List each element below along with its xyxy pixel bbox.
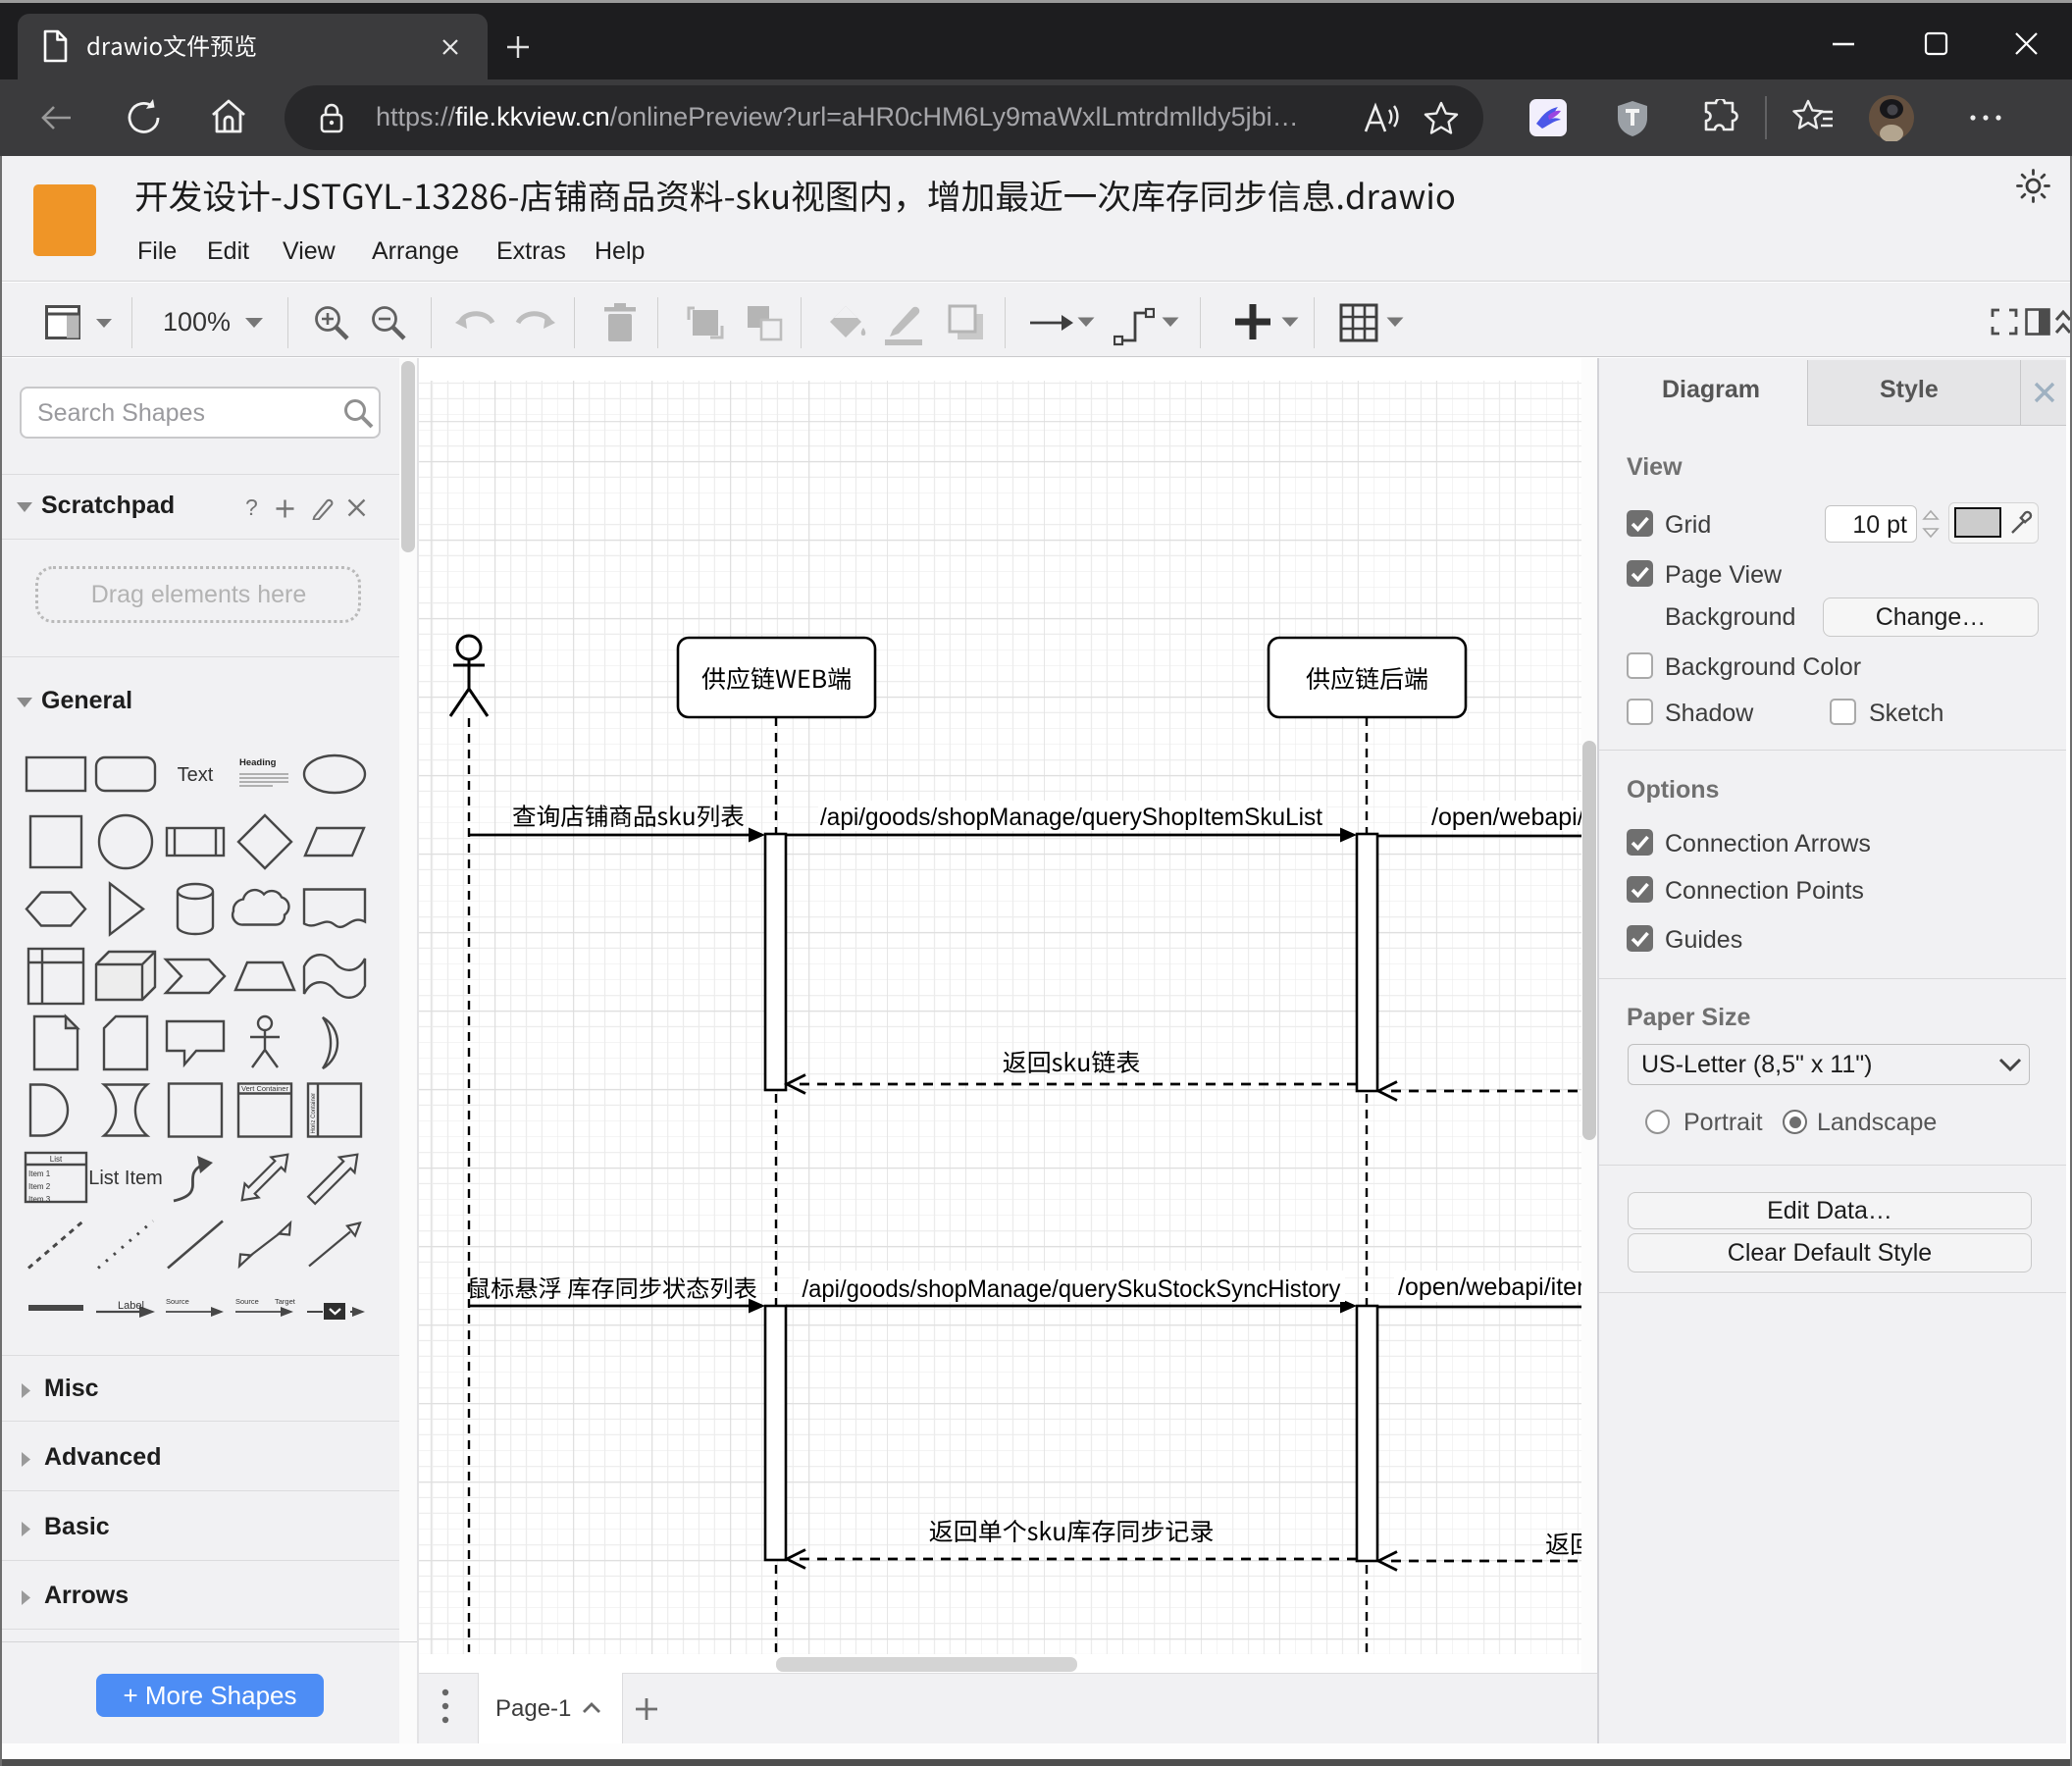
- svg-text:Source: Source: [166, 1297, 189, 1306]
- svg-text:Item 3: Item 3: [28, 1195, 51, 1204]
- svg-text:Item 2: Item 2: [28, 1182, 51, 1191]
- svg-text:Label: Label: [118, 1300, 144, 1312]
- svg-text:List: List: [50, 1155, 63, 1164]
- svg-text:Target: Target: [275, 1297, 296, 1306]
- svg-text:Item 1: Item 1: [28, 1169, 51, 1178]
- svg-text:Horiz Container: Horiz Container: [311, 1093, 317, 1134]
- svg-text:List Item: List Item: [88, 1168, 163, 1189]
- svg-text:Vert Container: Vert Container: [241, 1084, 288, 1093]
- svg-text:Heading: Heading: [239, 757, 277, 768]
- svg-text:Text: Text: [178, 764, 214, 786]
- svg-text:Source: Source: [235, 1297, 259, 1306]
